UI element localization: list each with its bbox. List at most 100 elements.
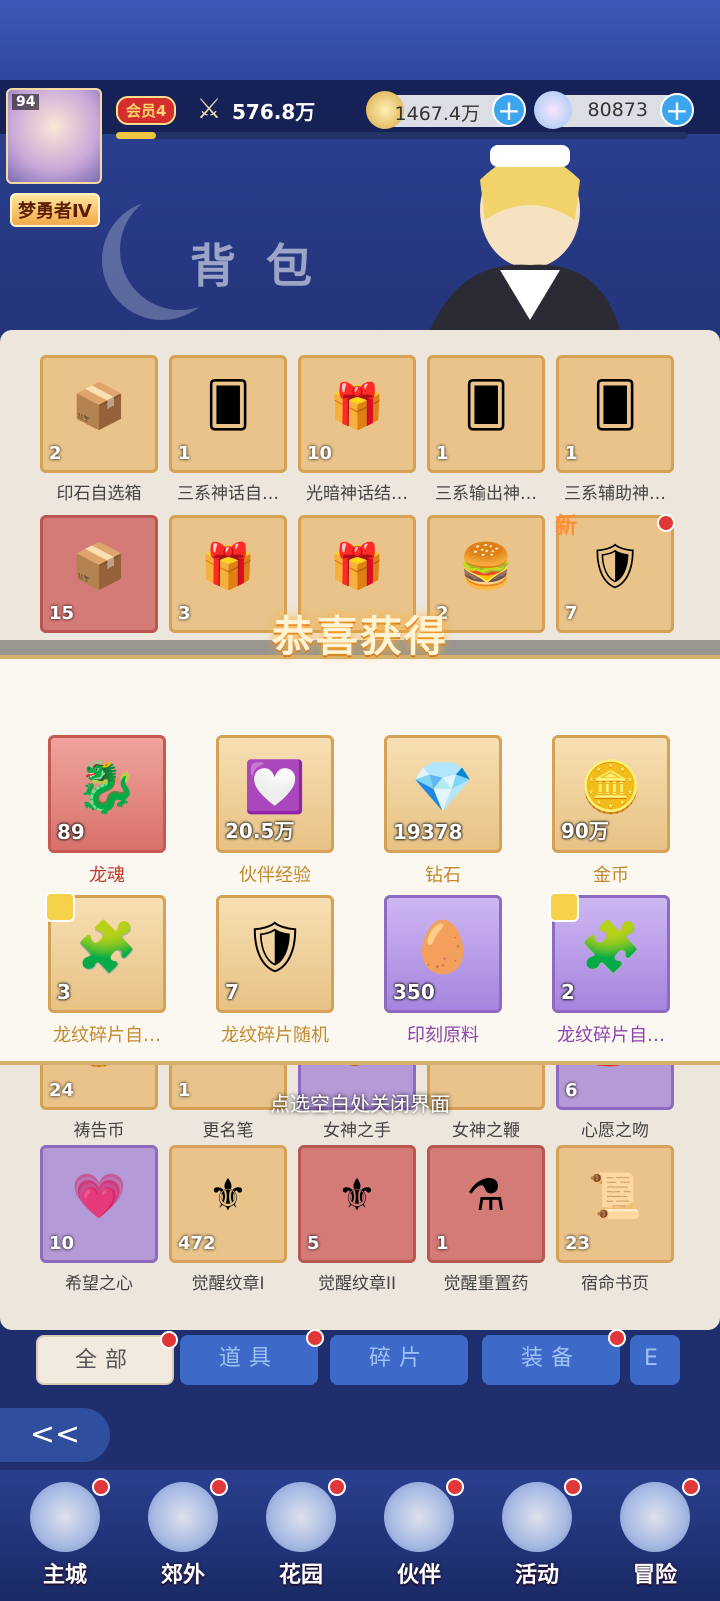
new-badge: 新 <box>555 514 578 539</box>
diamond-value: 80873 <box>587 99 648 121</box>
add-gold-button[interactable]: + <box>492 93 526 127</box>
reward-item[interactable]: 🐉 89 龙魂 <box>48 735 166 887</box>
inventory-item[interactable]: 📦 2 印石自选箱 <box>40 355 158 504</box>
reward-item[interactable]: 💟 20.5万 伙伴经验 <box>216 735 334 887</box>
item-icon: 🂠 <box>463 380 509 431</box>
back-button[interactable]: << <box>0 1408 110 1462</box>
item-count: 89 <box>57 820 85 844</box>
item-icon: 🧩 <box>75 918 139 976</box>
item-frame: 💟 20.5万 <box>216 735 334 853</box>
item-count: 5 <box>307 1233 320 1254</box>
item-frame: 🧩 2 <box>549 892 670 1013</box>
bottom-navigation: 主城 郊外 花园 伙伴 活动 冒险 <box>0 1470 720 1601</box>
nav-icon <box>266 1482 336 1552</box>
item-count: 20.5万 <box>225 819 295 843</box>
item-frame: 💗 10 <box>40 1145 158 1263</box>
notification-dot <box>657 514 675 532</box>
tab-item[interactable]: E <box>630 1335 680 1385</box>
item-icon: 🎁 <box>329 381 385 432</box>
player-level: 94 <box>12 94 40 110</box>
reward-item[interactable]: 🥚 350 印刻原料 <box>384 895 502 1047</box>
nav-label: 花园 <box>278 1563 323 1588</box>
player-avatar[interactable]: 94 <box>6 88 102 184</box>
inventory-item[interactable]: 🂠 1 三系辅助神… <box>556 355 674 504</box>
item-icon: 🧩 <box>579 918 643 976</box>
tab-item[interactable]: 道具 <box>180 1329 324 1385</box>
nav-item[interactable]: 活动 <box>482 1470 592 1601</box>
player-rank-badge[interactable]: 梦勇者Ⅳ <box>10 193 100 227</box>
item-label: 印石自选箱 <box>56 484 142 504</box>
reward-item[interactable]: 🪙 90万 金币 <box>552 735 670 887</box>
item-label: 祷告币 <box>73 1121 125 1141</box>
reward-item[interactable]: 🛡 7 龙纹碎片随机 <box>216 895 334 1047</box>
item-icon: 🂠 <box>205 380 251 431</box>
gold-currency: 1467.4万 + <box>366 91 526 129</box>
item-icon: 📦 <box>71 541 127 592</box>
item-frame: 🛡 7 <box>216 895 334 1013</box>
notification-dot <box>210 1478 228 1496</box>
inventory-item[interactable]: 🂠 1 三系输出神… <box>427 355 545 504</box>
inventory-item[interactable]: 📜 23 宿命书页 <box>556 1145 674 1294</box>
notification-dot <box>446 1478 464 1496</box>
vip-progress-bar <box>116 132 688 139</box>
reward-item[interactable]: 🧩 3 龙纹碎片自… <box>45 892 166 1047</box>
item-label: 光暗神话结… <box>306 484 408 504</box>
item-icon: 🛡 <box>243 918 307 976</box>
nav-item[interactable]: 冒险 <box>600 1470 710 1601</box>
inventory-item[interactable]: ⚜ 5 觉醒纹章II <box>298 1145 416 1294</box>
nav-item[interactable]: 郊外 <box>128 1470 238 1601</box>
vip-badge[interactable]: 会员4 <box>116 96 177 125</box>
item-label: 龙纹碎片自… <box>53 1025 161 1046</box>
page-title: 背包 <box>190 239 342 293</box>
nav-icon <box>620 1482 690 1552</box>
puzzle-piece-icon <box>45 892 75 922</box>
puzzle-piece-icon <box>549 892 579 922</box>
item-icon: 🥚 <box>411 918 475 976</box>
item-count: 1 <box>565 443 578 464</box>
vip-progress-fill <box>116 132 157 139</box>
item-label: 希望之心 <box>65 1274 133 1294</box>
item-label: 宿命书页 <box>581 1274 649 1294</box>
inventory-item[interactable]: 🎁 10 光暗神话结… <box>298 355 416 504</box>
tab-item[interactable]: 碎片 <box>330 1335 468 1385</box>
item-count: 90万 <box>561 819 609 843</box>
notification-dot <box>306 1329 324 1347</box>
item-icon: 🐉 <box>75 758 139 816</box>
item-frame: 🂠 1 <box>427 355 545 473</box>
item-count: 2 <box>561 980 575 1004</box>
item-icon: ⚗ <box>466 1170 506 1221</box>
item-icon: 📦 <box>71 381 127 432</box>
item-label: 心愿之吻 <box>581 1121 649 1141</box>
item-label: 钻石 <box>425 865 461 886</box>
item-count: 10 <box>307 443 333 464</box>
item-icon: 🛡 <box>587 541 643 592</box>
nav-item[interactable]: 伙伴 <box>364 1470 474 1601</box>
item-label: 觉醒重置药 <box>443 1274 529 1294</box>
nav-item[interactable]: 花园 <box>246 1470 356 1601</box>
tab-item[interactable]: 装备 <box>482 1329 626 1385</box>
item-count: 1 <box>436 1233 449 1254</box>
item-label: 三系神话自… <box>177 484 279 504</box>
inventory-item[interactable]: 💗 10 希望之心 <box>40 1145 158 1294</box>
reward-item[interactable]: 💎 19378 钻石 <box>384 735 502 887</box>
item-frame: 🪙 90万 <box>552 735 670 853</box>
add-diamond-button[interactable]: + <box>660 93 694 127</box>
tab-item[interactable]: 全部 <box>36 1331 178 1385</box>
item-icon: 🪙 <box>579 758 643 816</box>
inventory-item[interactable]: 🂠 1 三系神话自… <box>169 355 287 504</box>
reward-item[interactable]: 🧩 2 龙纹碎片自… <box>549 892 670 1047</box>
item-frame: 🐉 89 <box>48 735 166 853</box>
nav-item[interactable]: 主城 <box>10 1470 120 1601</box>
inventory-item[interactable]: ⚜ 472 觉醒纹章I <box>169 1145 287 1294</box>
item-icon: 🂠 <box>592 380 638 431</box>
diamond-currency: 80873 + <box>534 91 694 129</box>
inventory-item[interactable]: ⚗ 1 觉醒重置药 <box>427 1145 545 1294</box>
item-frame: ⚜ 5 <box>298 1145 416 1263</box>
item-frame: 📜 23 <box>556 1145 674 1263</box>
nav-label: 主城 <box>42 1563 87 1588</box>
item-label: 龙纹碎片随机 <box>221 1025 329 1046</box>
inventory-tabs: 全部 道具 碎片 装备 E <box>0 1329 720 1391</box>
item-frame: ⚜ 472 <box>169 1145 287 1263</box>
item-frame: 📦 2 <box>40 355 158 473</box>
item-label: 龙魂 <box>89 865 125 886</box>
